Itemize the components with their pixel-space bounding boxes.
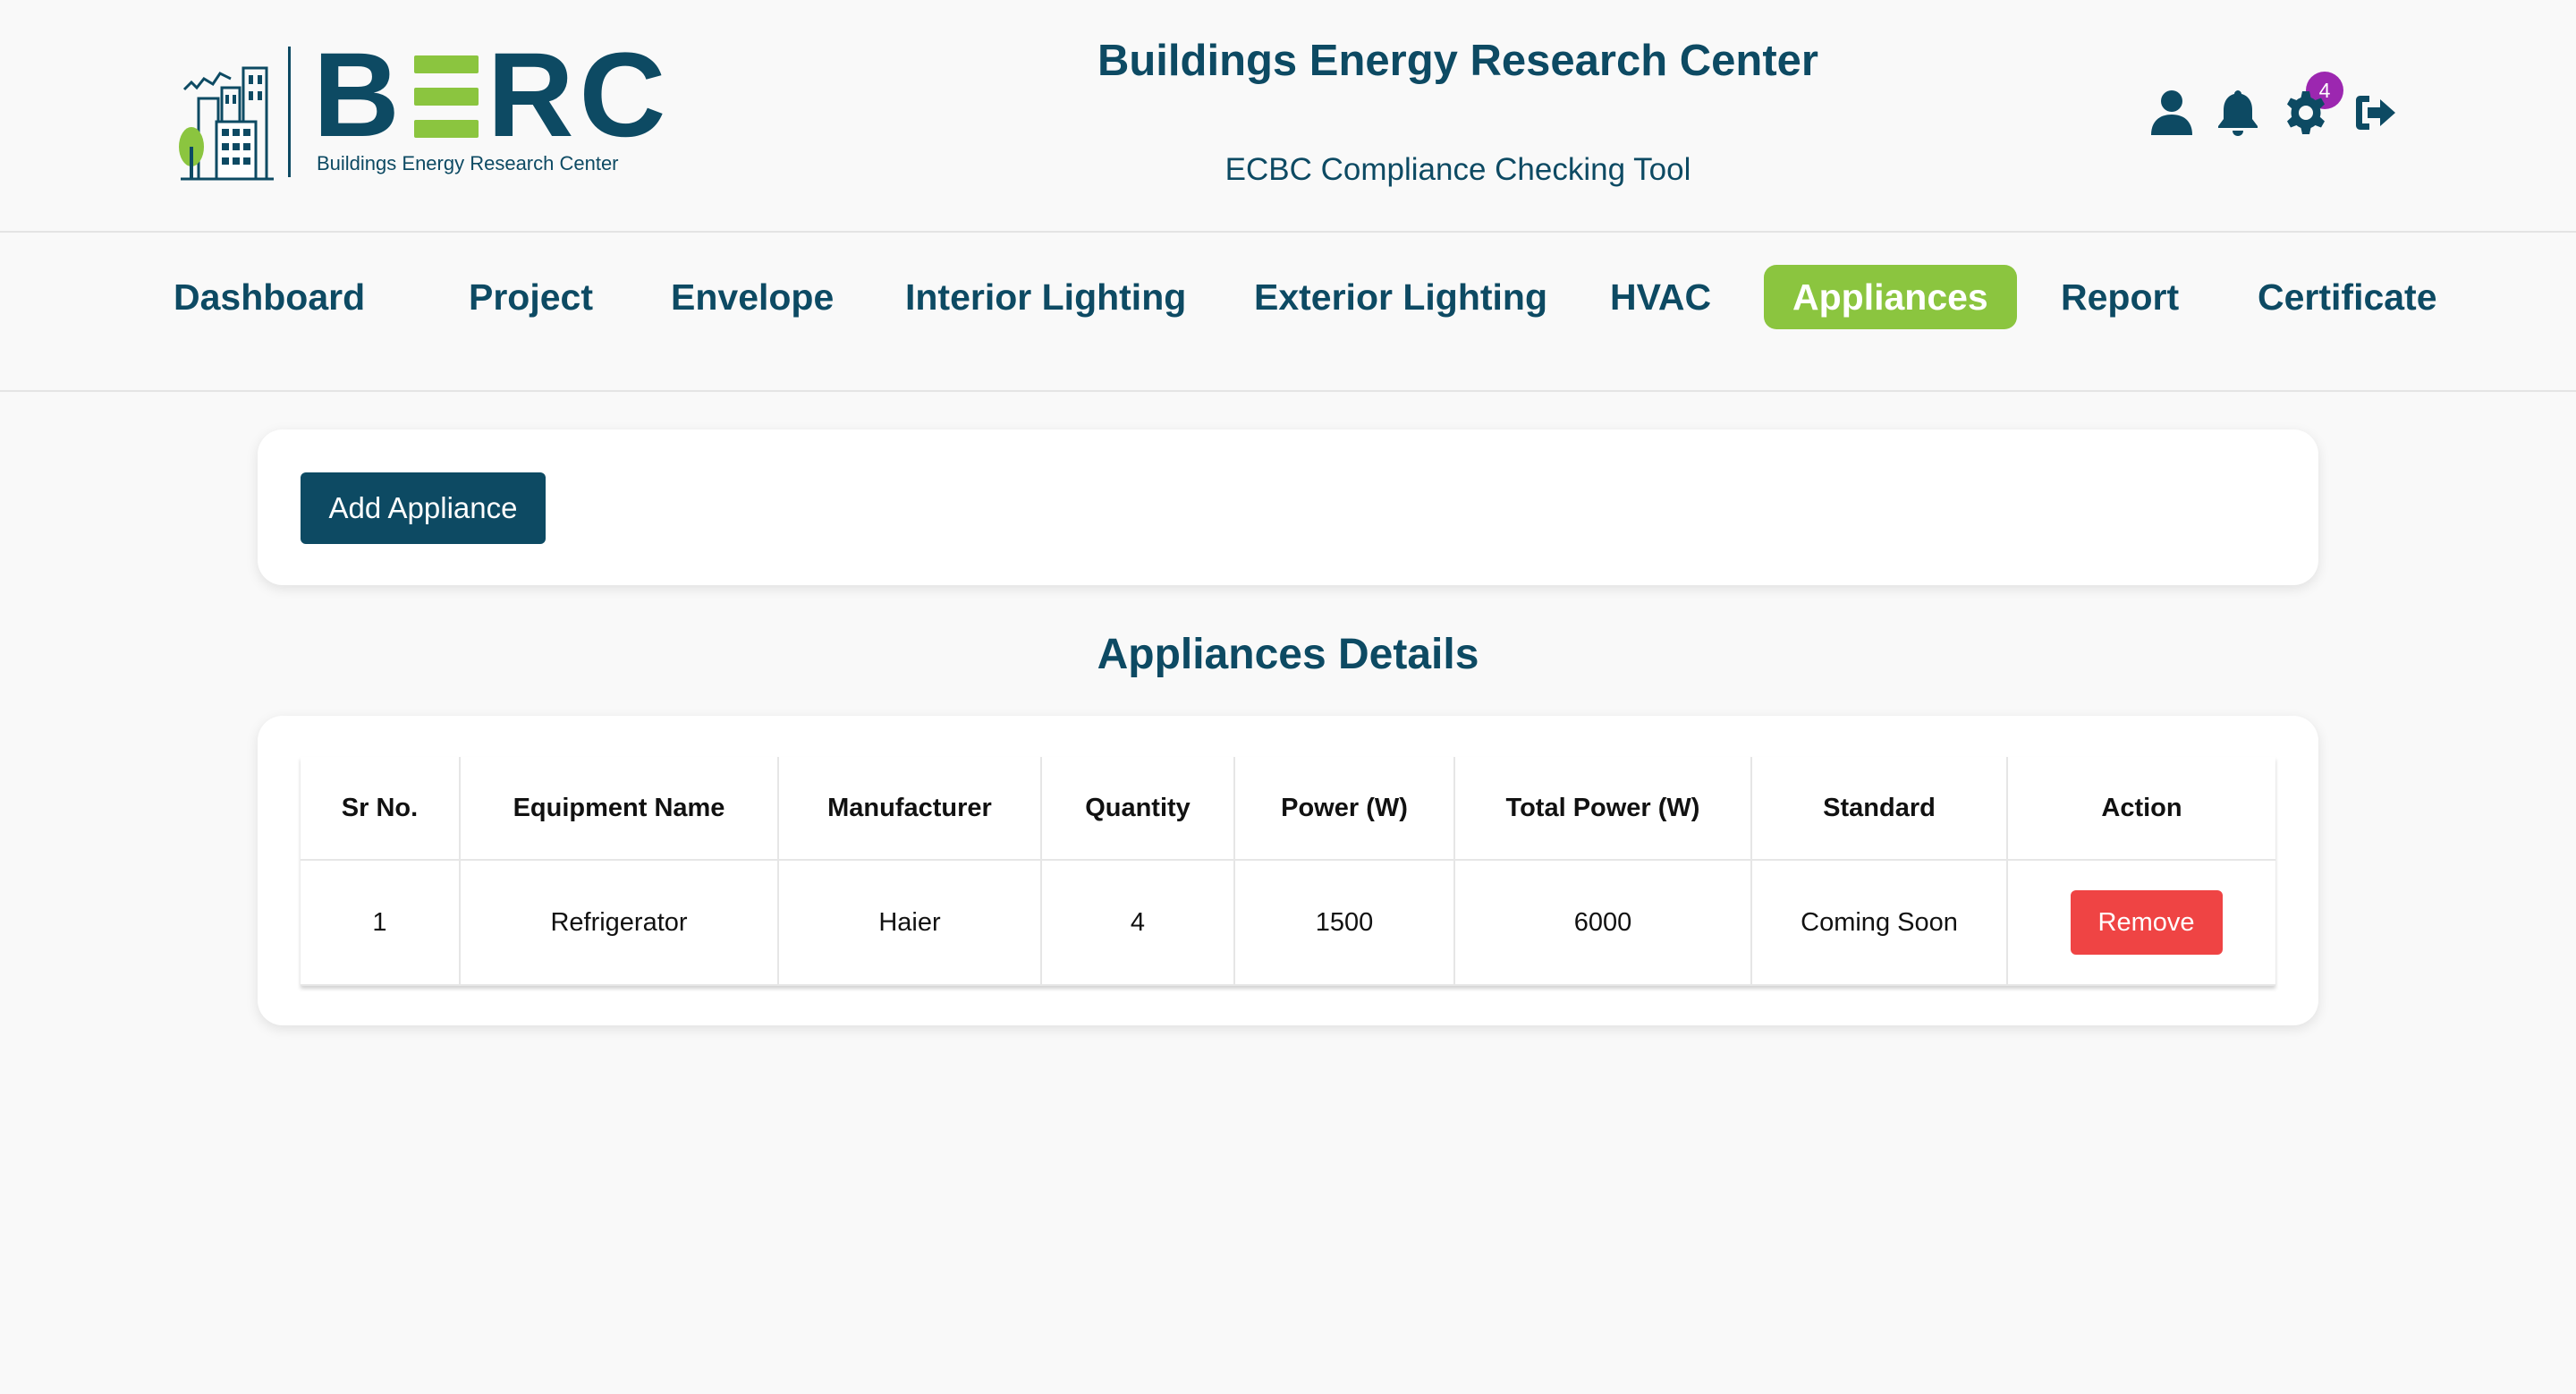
remove-button[interactable]: Remove [2070,890,2223,955]
main-nav: Dashboard Project Envelope Interior Ligh… [0,233,2576,392]
appliances-table-card: Sr No. Equipment Name Manufacturer Quant… [258,716,2318,1025]
table-header-row: Sr No. Equipment Name Manufacturer Quant… [301,757,2275,861]
column-header: Sr No. [301,757,461,861]
berc-logo[interactable]: B RC Buildings Energy Research Center [175,36,665,188]
column-header: Manufacturer [777,757,1042,861]
section-title: Appliances Details [1097,631,1479,678]
cell-quantity: 4 [1040,859,1235,986]
actions-card: Add Appliance [258,429,2318,585]
nav-interior-lighting[interactable]: Interior Lighting [877,265,1215,329]
logo-wordmark: B RC [313,29,672,162]
logo-divider [288,47,291,177]
nav-exterior-lighting[interactable]: Exterior Lighting [1225,265,1576,329]
user-icon[interactable] [2147,84,2197,141]
cell-power: 1500 [1233,859,1455,986]
column-header: Power (W) [1233,757,1455,861]
cell-total-power: 6000 [1453,859,1752,986]
page-title: Buildings Energy Research Center [1097,37,1818,85]
column-header: Action [2006,757,2275,861]
cell-sr-no: 1 [301,859,461,986]
nav-report[interactable]: Report [2032,265,2207,329]
column-header: Equipment Name [459,757,779,861]
column-header: Total Power (W) [1453,757,1752,861]
nav-certificate[interactable]: Certificate [2229,265,2466,329]
header-icon-bar: 4 [2147,72,2433,141]
cell-equipment-name: Refrigerator [459,859,779,986]
column-header: Standard [1750,757,2008,861]
bell-icon[interactable]: 4 [2213,72,2343,141]
nav-envelope[interactable]: Envelope [642,265,862,329]
building-logo-icon [179,66,274,181]
logo-e-bars [413,52,479,138]
nav-appliances[interactable]: Appliances [1764,265,2017,329]
add-appliance-button[interactable]: Add Appliance [301,472,546,544]
app-header: B RC Buildings Energy Research Center Bu… [0,0,2576,233]
nav-dashboard[interactable]: Dashboard [145,265,394,329]
nav-project[interactable]: Project [440,265,622,329]
appliances-table: Sr No. Equipment Name Manufacturer Quant… [301,757,2275,986]
cell-action: Remove [2006,859,2275,986]
logo-subtitle: Buildings Energy Research Center [317,152,619,174]
page-subtitle: ECBC Compliance Checking Tool [1224,152,1691,187]
gear-icon[interactable] [2281,84,2331,141]
logout-icon[interactable] [2351,84,2401,141]
cell-standard: Coming Soon [1750,859,2008,986]
table-row: 1 Refrigerator Haier 4 1500 6000 Coming … [301,859,2275,986]
nav-hvac[interactable]: HVAC [1581,265,1740,329]
column-header: Quantity [1040,757,1235,861]
cell-manufacturer: Haier [777,859,1042,986]
